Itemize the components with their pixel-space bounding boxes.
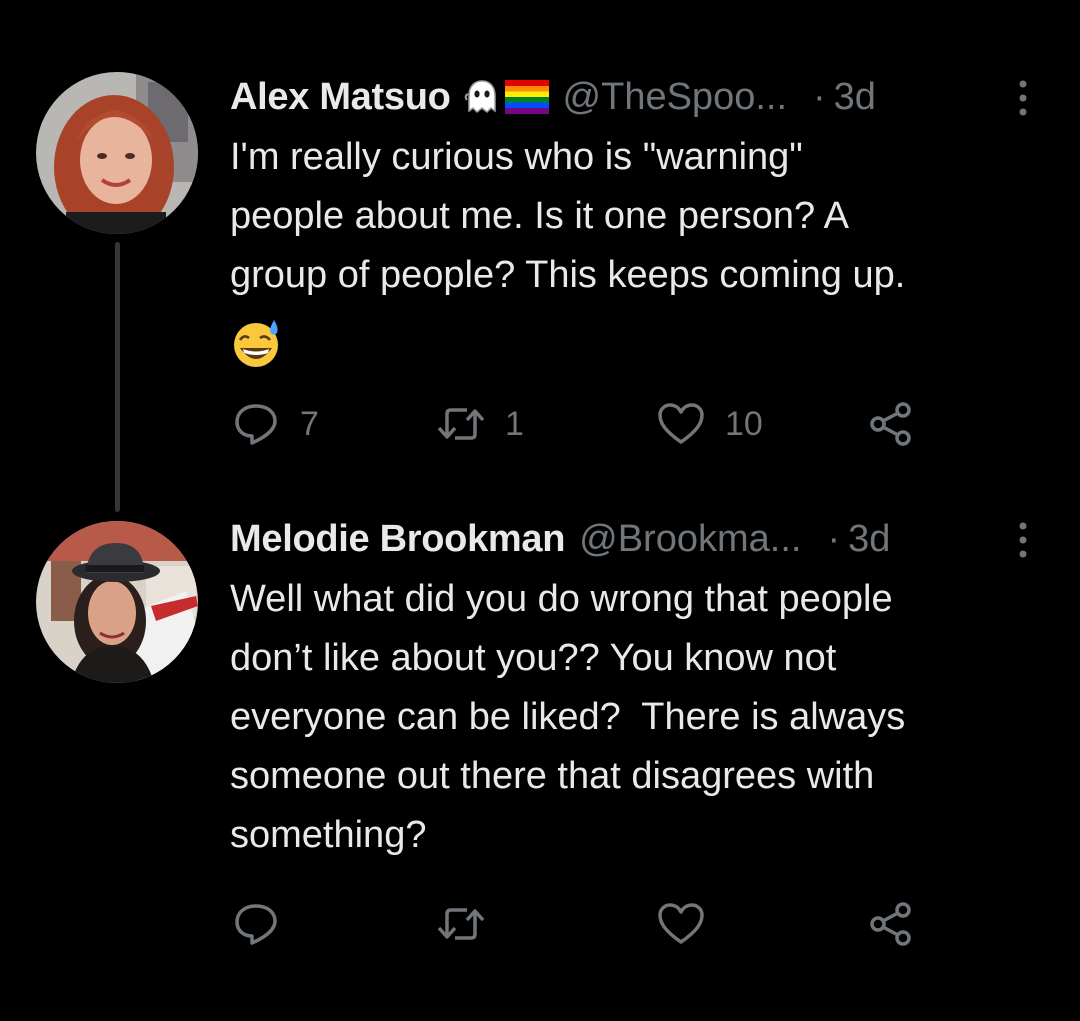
handle[interactable]: @Brookma... — [579, 518, 801, 561]
reply-button[interactable] — [230, 897, 300, 951]
retweet-count: 1 — [505, 404, 524, 443]
separator-dot: · — [827, 517, 841, 560]
display-name[interactable]: Melodie Brookman — [230, 518, 565, 561]
share-icon — [870, 402, 911, 446]
like-count: 10 — [725, 404, 763, 443]
reply-icon — [235, 904, 277, 945]
reply-icon — [235, 404, 277, 445]
share-icon — [870, 902, 911, 946]
like-button[interactable]: 10 — [655, 397, 763, 451]
tweet-header: Melodie Brookman @Brookma... · 3d — [230, 512, 1030, 566]
share-button[interactable] — [865, 397, 917, 451]
more-icon[interactable] — [1016, 78, 1030, 118]
timestamp[interactable]: 3d — [834, 76, 876, 119]
retweet-button[interactable]: 1 — [435, 397, 524, 451]
retweet-button[interactable] — [435, 897, 505, 951]
tweet-text: Well what did you do wrong that people d… — [230, 578, 906, 856]
tweet-text: I'm really curious who is "warning" peop… — [230, 136, 906, 296]
like-icon — [658, 403, 704, 444]
tweet-header: Alex Matsuo @TheSpoo... · 3d — [230, 70, 1030, 124]
display-name[interactable]: Alex Matsuo — [230, 76, 451, 119]
more-icon[interactable] — [1016, 520, 1030, 560]
rainbow-flag-icon — [504, 80, 549, 114]
avatar[interactable] — [36, 72, 198, 234]
reply-button[interactable]: 7 — [230, 397, 319, 451]
handle[interactable]: @TheSpoo... — [563, 76, 787, 119]
avatar-image — [36, 521, 198, 683]
retweet-icon — [437, 908, 485, 940]
share-button[interactable] — [865, 897, 917, 951]
like-button[interactable] — [655, 897, 725, 951]
separator-dot: · — [813, 75, 826, 118]
thread-connector — [115, 242, 120, 512]
tweet[interactable]: Melodie Brookman @Brookma... · 3d Well w… — [0, 500, 1080, 1021]
grinning-sweat-emoji — [234, 320, 278, 367]
tweet[interactable]: Alex Matsuo @TheSpoo... · 3d I'm really … — [0, 0, 1080, 512]
retweet-icon — [437, 408, 485, 440]
ghost-icon — [464, 80, 496, 114]
avatar[interactable] — [36, 521, 198, 683]
like-icon — [658, 903, 704, 944]
timestamp[interactable]: 3d — [848, 518, 890, 561]
reply-count: 7 — [300, 404, 319, 443]
name-badges — [463, 78, 549, 116]
avatar-image — [36, 72, 198, 234]
